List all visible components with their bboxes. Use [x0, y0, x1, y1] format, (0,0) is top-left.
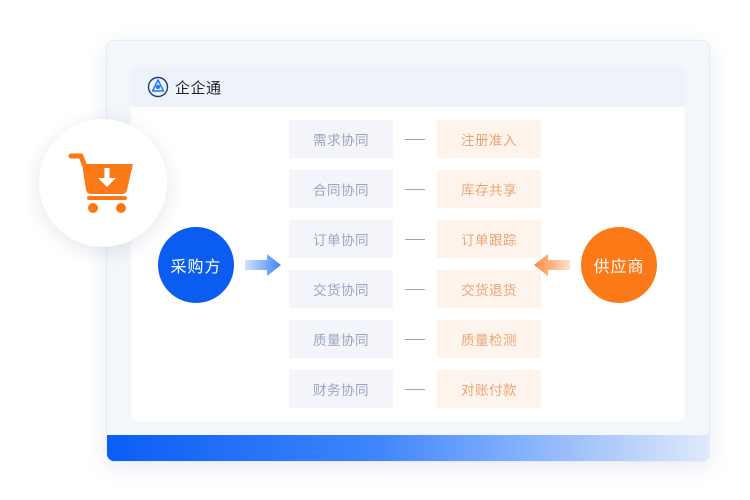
supplier-item: 库存共享 — [437, 170, 541, 208]
flow-row: 财务协同 对账付款 — [289, 370, 541, 408]
arrow-left-icon — [534, 254, 570, 276]
flow-row: 交货协同 交货退货 — [289, 270, 541, 308]
supplier-item: 注册准入 — [437, 120, 541, 158]
supplier-item: 交货退货 — [437, 270, 541, 308]
connector-dash — [405, 288, 425, 290]
app-name: 企企通 — [175, 78, 222, 97]
logo-icon — [147, 76, 169, 98]
flow-row: 需求协同 注册准入 — [289, 120, 541, 158]
collab-item: 质量协同 — [289, 320, 393, 358]
collab-item: 财务协同 — [289, 370, 393, 408]
flow-row: 质量协同 质量检测 — [289, 320, 541, 358]
connector-dash — [405, 388, 425, 390]
collab-item: 合同协同 — [289, 170, 393, 208]
connector-dash — [405, 338, 425, 340]
supplier-item: 质量检测 — [437, 320, 541, 358]
cart-badge — [39, 119, 167, 247]
buyer-node: 采购方 — [158, 227, 234, 303]
collab-item: 交货协同 — [289, 270, 393, 308]
flow-row: 订单协同 订单跟踪 — [289, 220, 541, 258]
arrow-right-icon — [245, 254, 281, 276]
shopping-cart-download-icon — [68, 153, 133, 213]
connector-dash — [405, 188, 425, 190]
connector-dash — [405, 238, 425, 240]
collab-item: 需求协同 — [289, 120, 393, 158]
connector-dash — [405, 138, 425, 140]
bottom-gradient-bar — [107, 435, 709, 461]
supplier-item: 对账付款 — [437, 370, 541, 408]
supplier-node: 供应商 — [581, 227, 657, 303]
app-header: 企企通 — [131, 67, 685, 107]
supplier-item: 订单跟踪 — [437, 220, 541, 258]
collab-item: 订单协同 — [289, 220, 393, 258]
flow-row: 合同协同 库存共享 — [289, 170, 541, 208]
